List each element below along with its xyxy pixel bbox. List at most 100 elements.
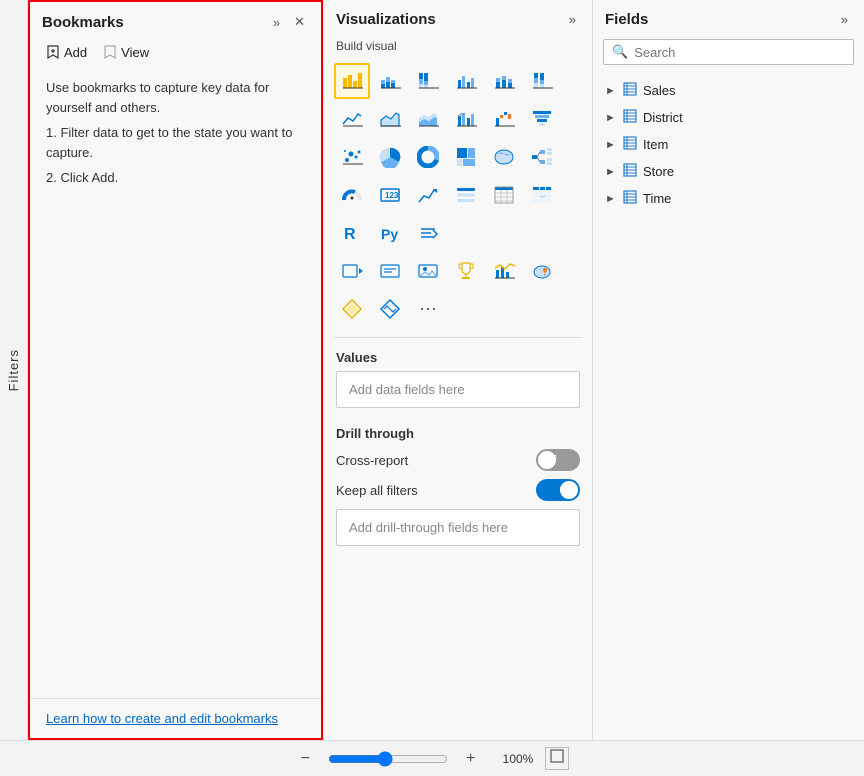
viz-clustered-column[interactable]	[448, 63, 484, 99]
cross-report-row: Cross-report Off	[336, 449, 580, 471]
viz-gauge[interactable]	[334, 177, 370, 213]
field-chevron-district: ►	[605, 112, 617, 124]
viz-stacked-bar[interactable]	[372, 63, 408, 99]
fields-expand-icon[interactable]: »	[837, 10, 852, 29]
viz-waterfall[interactable]	[486, 101, 522, 137]
viz-line[interactable]	[334, 101, 370, 137]
viz-divider	[334, 337, 582, 338]
viz-map-filled[interactable]	[486, 139, 522, 175]
visualizations-expand-icon[interactable]: »	[565, 10, 580, 29]
viz-smart-narrative[interactable]	[410, 215, 446, 251]
cross-report-label: Cross-report	[336, 453, 536, 468]
drill-through-label: Drill through	[336, 426, 580, 441]
bookmarks-step2: 2. Click Add.	[46, 168, 305, 188]
field-chevron-sales: ►	[605, 85, 617, 97]
view-bookmark-icon	[103, 44, 117, 60]
viz-pie[interactable]	[372, 139, 408, 175]
viz-map-pin[interactable]	[524, 253, 560, 289]
cross-report-toggle-container: Off	[536, 449, 580, 471]
bookmarks-close-icon[interactable]: ✕	[290, 12, 309, 32]
viz-stacked-column[interactable]	[486, 63, 522, 99]
field-item-time[interactable]: ► Time	[593, 185, 864, 212]
zoom-slider[interactable]	[328, 751, 448, 767]
bookmarks-description: Use bookmarks to capture key data for yo…	[46, 78, 305, 117]
bookmarks-header-actions: » ✕	[269, 12, 309, 32]
viz-row-6: ⋯	[334, 291, 582, 327]
viz-treemap[interactable]	[448, 139, 484, 175]
field-table-icon-time	[623, 190, 637, 207]
viz-image[interactable]	[410, 253, 446, 289]
viz-diamond2[interactable]	[372, 291, 408, 327]
viz-funnel[interactable]	[524, 101, 560, 137]
drill-drop-zone[interactable]: Add drill-through fields here	[336, 509, 580, 546]
viz-kpi[interactable]	[410, 177, 446, 213]
filters-tab[interactable]: Filters	[0, 0, 28, 740]
bookmarks-expand-icon[interactable]: »	[269, 13, 284, 32]
values-section: Values Add data fields here	[324, 342, 592, 418]
build-visual-label: Build visual	[324, 35, 592, 59]
values-drop-zone[interactable]: Add data fields here	[336, 371, 580, 408]
bookmarks-view-button[interactable]: View	[99, 42, 153, 62]
field-item-district[interactable]: ► District	[593, 104, 864, 131]
viz-card[interactable]: 123	[372, 177, 408, 213]
bookmarks-title: Bookmarks	[42, 14, 269, 31]
field-item-sales[interactable]: ► Sales	[593, 77, 864, 104]
viz-r-visual[interactable]: R	[334, 215, 370, 251]
field-name-store: Store	[643, 164, 674, 179]
viz-text-box[interactable]	[372, 253, 408, 289]
bookmarks-toolbar: Add View	[30, 38, 321, 70]
viz-slicer[interactable]	[448, 177, 484, 213]
viz-donut[interactable]	[410, 139, 446, 175]
cross-report-toggle[interactable]: Off	[536, 449, 580, 471]
bookmarks-learn-link[interactable]: Learn how to create and edit bookmarks	[46, 711, 278, 726]
viz-decomp-tree[interactable]	[524, 139, 560, 175]
search-input[interactable]	[634, 45, 845, 60]
viz-clustered-bar[interactable]	[334, 63, 370, 99]
viz-video[interactable]	[334, 253, 370, 289]
viz-100-column[interactable]	[524, 63, 560, 99]
field-item-store[interactable]: ► Store	[593, 158, 864, 185]
svg-text:123: 123	[385, 191, 399, 200]
bottom-bar: − + 100%	[0, 740, 864, 776]
viz-matrix[interactable]	[524, 177, 560, 213]
zoom-minus-button[interactable]: −	[295, 748, 316, 770]
viz-icons-grid: 123 R	[324, 59, 592, 333]
viz-row-4: R Py	[334, 215, 582, 251]
viz-python-visual[interactable]: Py	[372, 215, 408, 251]
search-icon: 🔍	[612, 44, 628, 60]
viz-row-0	[334, 63, 582, 99]
bookmarks-footer: Learn how to create and edit bookmarks	[30, 698, 321, 738]
viz-area[interactable]	[372, 101, 408, 137]
zoom-percent: 100%	[493, 752, 533, 766]
field-table-icon-item	[623, 136, 637, 153]
zoom-plus-button[interactable]: +	[460, 748, 481, 770]
visualizations-title: Visualizations	[336, 11, 565, 28]
viz-row-5	[334, 253, 582, 289]
viz-stacked-area[interactable]	[410, 101, 446, 137]
bookmarks-header: Bookmarks » ✕	[30, 2, 321, 38]
fields-header: Fields »	[593, 0, 864, 35]
svg-text:Py: Py	[381, 226, 398, 242]
viz-more-options[interactable]: ⋯	[410, 291, 446, 327]
field-item-item[interactable]: ► Item	[593, 131, 864, 158]
fit-page-button[interactable]	[545, 747, 569, 770]
keep-filters-toggle[interactable]: On	[536, 479, 580, 501]
viz-row-1	[334, 101, 582, 137]
add-label: Add	[64, 45, 87, 60]
viz-scatter[interactable]	[334, 139, 370, 175]
field-table-icon-store	[623, 163, 637, 180]
viz-table[interactable]	[486, 177, 522, 213]
viz-trophy[interactable]	[448, 253, 484, 289]
viz-ribbon[interactable]	[448, 101, 484, 137]
viz-bar-with-line[interactable]	[486, 253, 522, 289]
fields-list: ► Sales ► District ► Item	[593, 73, 864, 740]
visualizations-panel: Visualizations » Build visual	[323, 0, 593, 740]
field-name-sales: Sales	[643, 83, 676, 98]
fields-panel: Fields » 🔍 ► Sales ► District	[593, 0, 864, 740]
viz-diamond1[interactable]	[334, 291, 370, 327]
bookmarks-add-button[interactable]: Add	[42, 42, 91, 62]
bookmarks-steps: 1. Filter data to get to the state you w…	[46, 123, 305, 188]
viz-row-2	[334, 139, 582, 175]
field-name-item: Item	[643, 137, 668, 152]
viz-100-bar[interactable]	[410, 63, 446, 99]
